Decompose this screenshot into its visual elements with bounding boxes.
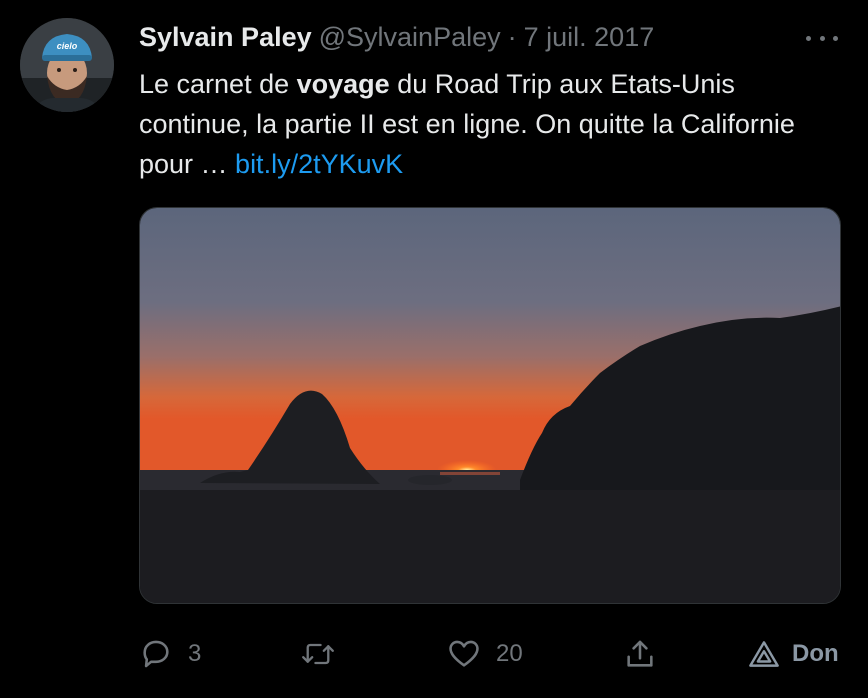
more-options-icon[interactable]: [806, 30, 838, 46]
share-icon: [622, 636, 658, 672]
reply-button[interactable]: 3: [138, 626, 201, 682]
avatar-image: cielo: [20, 18, 114, 112]
tweet-text: Le carnet de voyage du Road Trip aux Eta…: [139, 64, 839, 184]
sunset-photo: [140, 208, 840, 603]
avatar[interactable]: cielo: [20, 18, 114, 112]
tweet-text-bold: voyage: [296, 69, 390, 99]
heart-icon: [446, 636, 482, 672]
donate-label: Don: [792, 640, 839, 667]
donate-button[interactable]: Don: [746, 626, 839, 682]
reply-icon: [138, 636, 174, 672]
donate-icon: [746, 636, 782, 672]
tweet-link[interactable]: bit.ly/2tYKuvK: [235, 149, 403, 179]
retweet-button[interactable]: [300, 626, 350, 682]
reply-count: 3: [188, 640, 202, 667]
like-button[interactable]: 20: [446, 626, 523, 682]
retweet-icon: [300, 636, 336, 672]
like-count: 20: [496, 640, 523, 667]
separator-dot: ·: [507, 22, 517, 52]
tweet[interactable]: cielo Sylvain Paley @SylvainPaley · 7 ju…: [0, 0, 868, 698]
tweet-actions: 3 20 Don: [0, 626, 868, 682]
tweet-header: Sylvain Paley @SylvainPaley · 7 juil. 20…: [139, 22, 654, 58]
author-handle[interactable]: @SylvainPaley: [319, 22, 501, 53]
tweet-media-photo[interactable]: [139, 207, 841, 604]
cap-logo-text: cielo: [57, 41, 78, 51]
tweet-date[interactable]: 7 juil. 2017: [524, 22, 655, 53]
author-name[interactable]: Sylvain Paley: [139, 22, 312, 53]
share-button[interactable]: [622, 626, 658, 682]
tweet-text-part1: Le carnet de: [139, 69, 297, 99]
